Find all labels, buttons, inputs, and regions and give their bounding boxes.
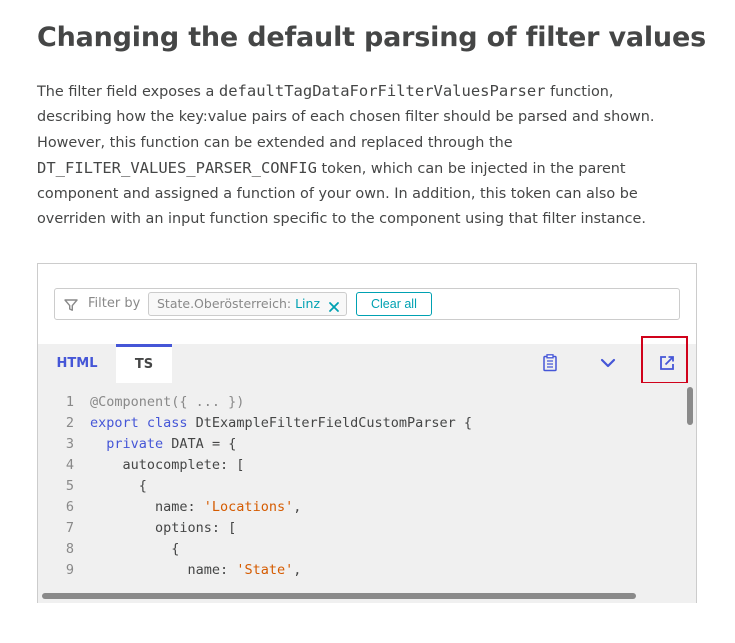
code-text: name:	[90, 499, 204, 515]
code-block: 1 @Component({ ... }) 2 export class DtExam…	[38, 383, 696, 603]
code-text: ,	[293, 499, 302, 515]
code-string: 'Locations'	[203, 499, 294, 515]
code-text: DtExampleFilterFieldCustomParser {	[187, 415, 473, 431]
horizontal-scrollbar[interactable]	[38, 588, 683, 603]
description-paragraph: The filter field exposes a defaultTagDat…	[37, 79, 677, 233]
code-text: autocomplete: [	[90, 457, 245, 473]
filter-tag-value: Linz	[295, 296, 321, 311]
vertical-scrollbar-thumb[interactable]	[687, 387, 693, 425]
filter-tag[interactable]: State.Oberösterreich: Linz	[148, 292, 348, 316]
page-title: Changing the default parsing of filter v…	[37, 22, 706, 53]
code-keyword: private	[106, 436, 164, 452]
line-number: 1	[65, 394, 74, 410]
tab-ts[interactable]: TS	[116, 344, 172, 383]
code-line: 9 name: 'State',	[38, 560, 302, 581]
horizontal-scrollbar-thumb[interactable]	[42, 593, 636, 599]
line-number: 6	[65, 499, 74, 515]
code-text: {	[90, 541, 180, 557]
code-text: @Component({ ... })	[90, 394, 245, 410]
code-line: 5 {	[38, 476, 147, 497]
chevron-down-icon[interactable]	[597, 352, 619, 374]
example-container: Filter by State.Oberösterreich: Linz Cle…	[37, 263, 697, 603]
code-line: 8 {	[38, 539, 180, 560]
line-number: 8	[65, 541, 74, 557]
code-line: 4 autocomplete: [	[38, 455, 245, 476]
code-text: {	[90, 478, 147, 494]
code-line: 1 @Component({ ... })	[38, 392, 245, 413]
code-line: 7 options: [	[38, 518, 236, 539]
code-text: name:	[90, 562, 237, 578]
clear-all-button[interactable]: Clear all	[356, 292, 432, 316]
inline-code-parser-token: DT_FILTER_VALUES_PARSER_CONFIG	[37, 158, 317, 177]
vertical-scrollbar[interactable]	[683, 383, 696, 603]
line-number: 5	[65, 478, 74, 494]
clipboard-icon[interactable]	[539, 352, 561, 374]
line-number: 7	[65, 520, 74, 536]
line-number: 4	[65, 457, 74, 473]
code-keyword: export class	[90, 415, 188, 431]
filter-label: Filter by	[88, 296, 141, 311]
line-number: 3	[65, 436, 74, 452]
line-number: 9	[65, 562, 74, 578]
inline-code-parser-function: defaultTagDataForFilterValuesParser	[218, 82, 546, 100]
code-text: ,	[293, 562, 302, 578]
code-text: options: [	[90, 520, 237, 536]
close-icon[interactable]	[328, 298, 340, 312]
tab-html[interactable]: HTML	[38, 344, 116, 383]
code-line: 2 export class DtExampleFilterFieldCustom…	[38, 413, 472, 434]
code-line: 3 private DATA = {	[38, 434, 236, 455]
filter-tag-key: State.Oberösterreich:	[157, 296, 292, 311]
code-line: 6 name: 'Locations',	[38, 497, 301, 518]
code-string: 'State'	[236, 562, 294, 578]
scrollbar-corner	[683, 588, 696, 603]
code-text: DATA = {	[163, 436, 237, 452]
paragraph-text-1: The filter field exposes a	[37, 84, 219, 100]
code-tab-bar: HTML TS	[38, 344, 696, 383]
highlight-box	[641, 336, 688, 384]
line-number: 2	[65, 415, 74, 431]
filter-field[interactable]: Filter by State.Oberösterreich: Linz Cle…	[54, 288, 680, 320]
filter-icon	[64, 297, 78, 311]
